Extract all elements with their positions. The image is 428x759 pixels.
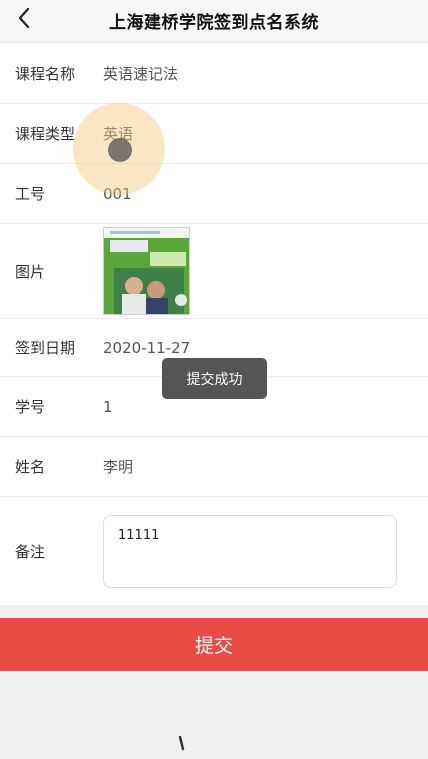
course-name-label: 课程名称	[15, 65, 76, 83]
name-label: 姓名	[15, 458, 46, 476]
cursor-mark-icon	[178, 736, 185, 751]
student-id-value: 1	[103, 397, 113, 416]
remark-textarea[interactable]: 11111	[103, 514, 397, 588]
back-button[interactable]	[6, 0, 42, 36]
staff-id-label: 工号	[15, 185, 46, 203]
touch-indicator-dot	[108, 138, 132, 162]
course-name-row: 课程名称 英语速记法	[0, 44, 428, 104]
submit-button[interactable]: 提交	[0, 618, 428, 671]
course-book-cover-image[interactable]	[103, 227, 190, 315]
sign-date-label: 签到日期	[15, 339, 76, 357]
success-toast: 提交成功	[162, 358, 267, 399]
remark-row: 备注 11111	[0, 497, 428, 605]
name-value: 李明	[103, 458, 134, 476]
picture-label: 图片	[15, 262, 46, 281]
chevron-left-icon	[18, 7, 30, 29]
staff-id-row: 工号 001	[0, 164, 428, 224]
course-name-value: 英语速记法	[103, 65, 179, 83]
page-title: 上海建桥学院签到点名系统	[109, 13, 319, 33]
course-type-row: 课程类型 英语	[0, 104, 428, 164]
page: 上海建桥学院签到点名系统 课程名称 英语速记法 课程类型 英语 工号 001 图…	[0, 0, 428, 759]
picture-row: 图片	[0, 224, 428, 319]
name-row: 姓名 李明	[0, 437, 428, 497]
sign-in-form: 课程名称 英语速记法 课程类型 英语 工号 001 图片 签到日期 2020-1…	[0, 44, 428, 605]
sign-date-value: 2020-11-27	[103, 338, 191, 357]
student-id-label: 学号	[15, 398, 46, 416]
app-header: 上海建桥学院签到点名系统	[0, 0, 428, 42]
remark-label: 备注	[15, 542, 46, 561]
